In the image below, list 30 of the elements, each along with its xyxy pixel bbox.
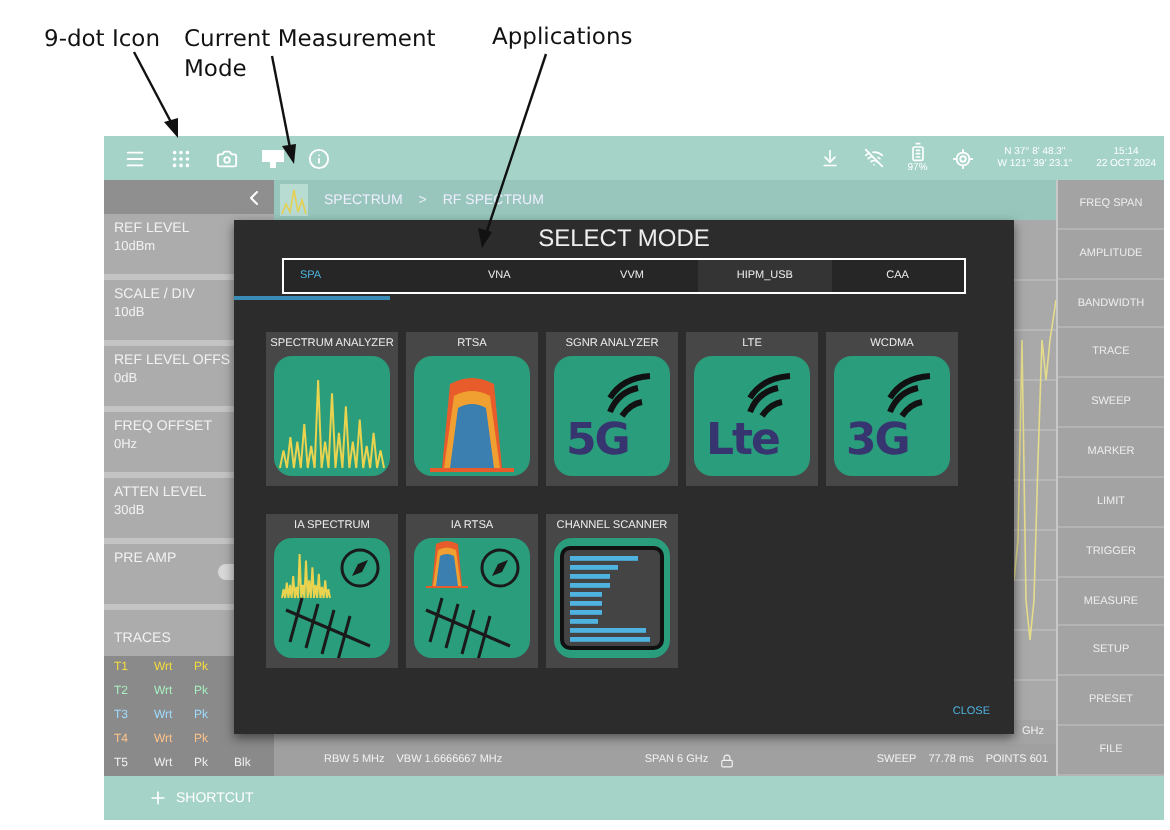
lock-icon[interactable] (720, 753, 735, 767)
dialog-title: SELECT MODE (538, 224, 710, 252)
battery-icon (907, 142, 928, 162)
wifi-off-icon (863, 148, 884, 168)
compass-icon (340, 548, 380, 588)
antenna-icon (425, 597, 511, 658)
logo-text: 5G (566, 416, 629, 466)
camera-icon[interactable] (216, 147, 238, 169)
callout-label: 9-dot Icon (44, 24, 161, 54)
bar-list-icon (560, 546, 664, 650)
logo-text: Lte (706, 416, 779, 466)
plus-icon[interactable] (148, 788, 168, 808)
callout-label: Current Measurement Mode (184, 24, 438, 84)
spectrum-peaks-icon (281, 553, 331, 599)
compass-icon (480, 548, 520, 588)
gps-icon (951, 147, 974, 169)
download-icon[interactable] (819, 148, 840, 168)
spectrogram-icon (430, 378, 514, 472)
menu-icon[interactable] (124, 147, 146, 169)
logo-text: 3G (846, 416, 909, 466)
info-icon[interactable] (308, 147, 330, 169)
antenna-icon (285, 597, 371, 658)
callout-arrow (132, 51, 178, 138)
spectrogram-icon (426, 541, 468, 588)
spectrum-peaks-icon (279, 379, 385, 469)
monitor-icon[interactable] (262, 148, 284, 168)
spectrum-mode-icon[interactable] (280, 184, 308, 216)
callout-label: Applications (492, 22, 633, 52)
nine-dot-grid-icon[interactable] (170, 147, 192, 169)
callout-arrow (270, 55, 296, 164)
